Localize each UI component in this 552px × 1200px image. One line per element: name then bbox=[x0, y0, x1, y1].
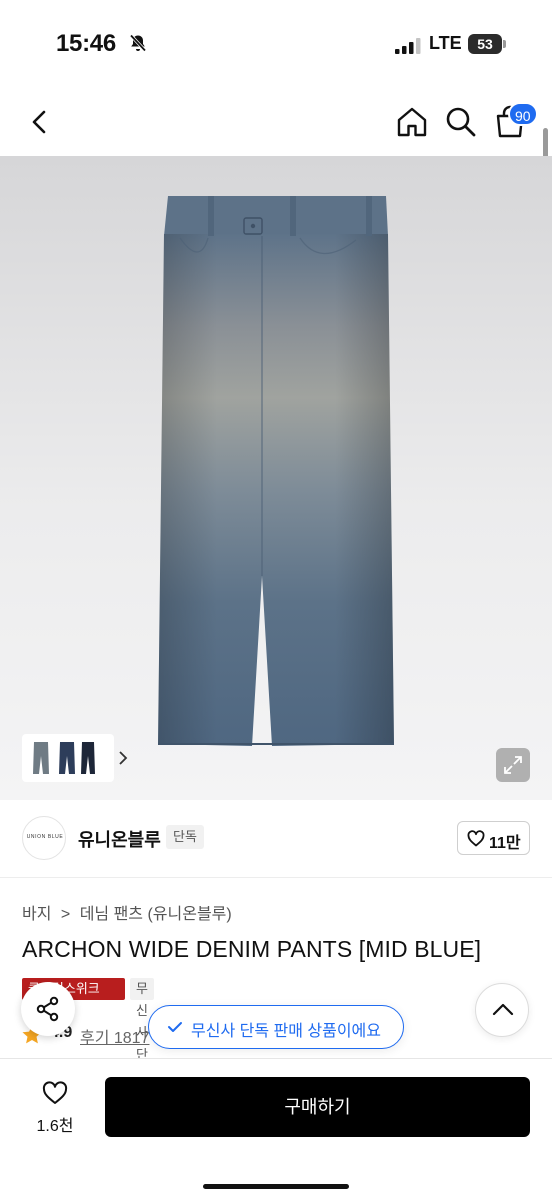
jeans-thumb-icon bbox=[33, 742, 95, 774]
expand-image-button[interactable] bbox=[496, 748, 530, 782]
breadcrumb-item[interactable]: 데님 팬츠 (유니온블루) bbox=[80, 906, 232, 923]
share-icon bbox=[36, 996, 59, 1022]
breadcrumb-item[interactable]: 바지 bbox=[22, 906, 51, 923]
breadcrumb-separator: > bbox=[60, 906, 71, 923]
wishlist-button[interactable]: 1.6천 bbox=[22, 1077, 88, 1137]
top-nav-bar bbox=[0, 88, 552, 156]
status-time: 15:46 bbox=[56, 30, 116, 57]
heart-icon bbox=[42, 1081, 68, 1104]
exclusive-tag: 단독 bbox=[166, 825, 204, 849]
network-type: LTE bbox=[429, 33, 462, 53]
toast-text: 무신사 단독 판매 상품이에요 bbox=[191, 1023, 381, 1040]
thumbnail-strip[interactable] bbox=[22, 734, 128, 782]
product-image[interactable] bbox=[0, 156, 552, 800]
brand-logo[interactable]: UNION BLUE bbox=[22, 816, 66, 860]
heart-icon bbox=[467, 830, 485, 847]
brand-logo-text: UNION BLUE bbox=[26, 834, 64, 840]
brand-like-button[interactable]: 11만 bbox=[457, 821, 530, 855]
breadcrumb: 바지 > 데님 팬츠 (유니온블루) bbox=[22, 900, 232, 924]
cart-count-badge: 90 bbox=[508, 102, 538, 126]
buy-button[interactable]: 구매하기 bbox=[105, 1077, 530, 1137]
product-title: ARCHON WIDE DENIM PANTS [MID BLUE] bbox=[22, 936, 482, 962]
check-icon bbox=[168, 1022, 182, 1032]
exclusive-toast: 무신사 단독 판매 상품이에요 bbox=[148, 1005, 404, 1049]
exclusive-badge: 무신사단독 bbox=[130, 978, 154, 1084]
chevron-up-icon bbox=[492, 1003, 514, 1016]
share-button[interactable] bbox=[21, 982, 75, 1036]
back-icon[interactable] bbox=[24, 106, 56, 138]
jeans-image bbox=[158, 196, 394, 746]
search-icon[interactable] bbox=[443, 104, 479, 140]
scroll-top-button[interactable] bbox=[475, 983, 529, 1037]
chevron-right-icon[interactable] bbox=[116, 750, 130, 766]
bell-muted-icon bbox=[129, 34, 147, 52]
expand-icon bbox=[504, 756, 522, 774]
brand-name[interactable]: 유니온블루 bbox=[78, 826, 161, 852]
home-indicator bbox=[203, 1184, 349, 1189]
signal-icon bbox=[395, 38, 421, 54]
status-bar: 15:46 LTE 53 bbox=[0, 0, 552, 88]
review-link[interactable]: 후기 1817 bbox=[80, 1024, 149, 1048]
battery-level: 53 bbox=[477, 36, 493, 52]
brand-like-count: 11만 bbox=[489, 835, 521, 852]
home-icon[interactable] bbox=[394, 104, 430, 140]
battery-icon: 53 bbox=[468, 34, 506, 54]
brand-row[interactable]: UNION BLUE 유니온블루 단독 11만 bbox=[0, 800, 552, 878]
wishlist-count: 1.6천 bbox=[36, 1118, 74, 1135]
bottom-action-bar: 1.6천 구매하기 bbox=[0, 1058, 552, 1200]
